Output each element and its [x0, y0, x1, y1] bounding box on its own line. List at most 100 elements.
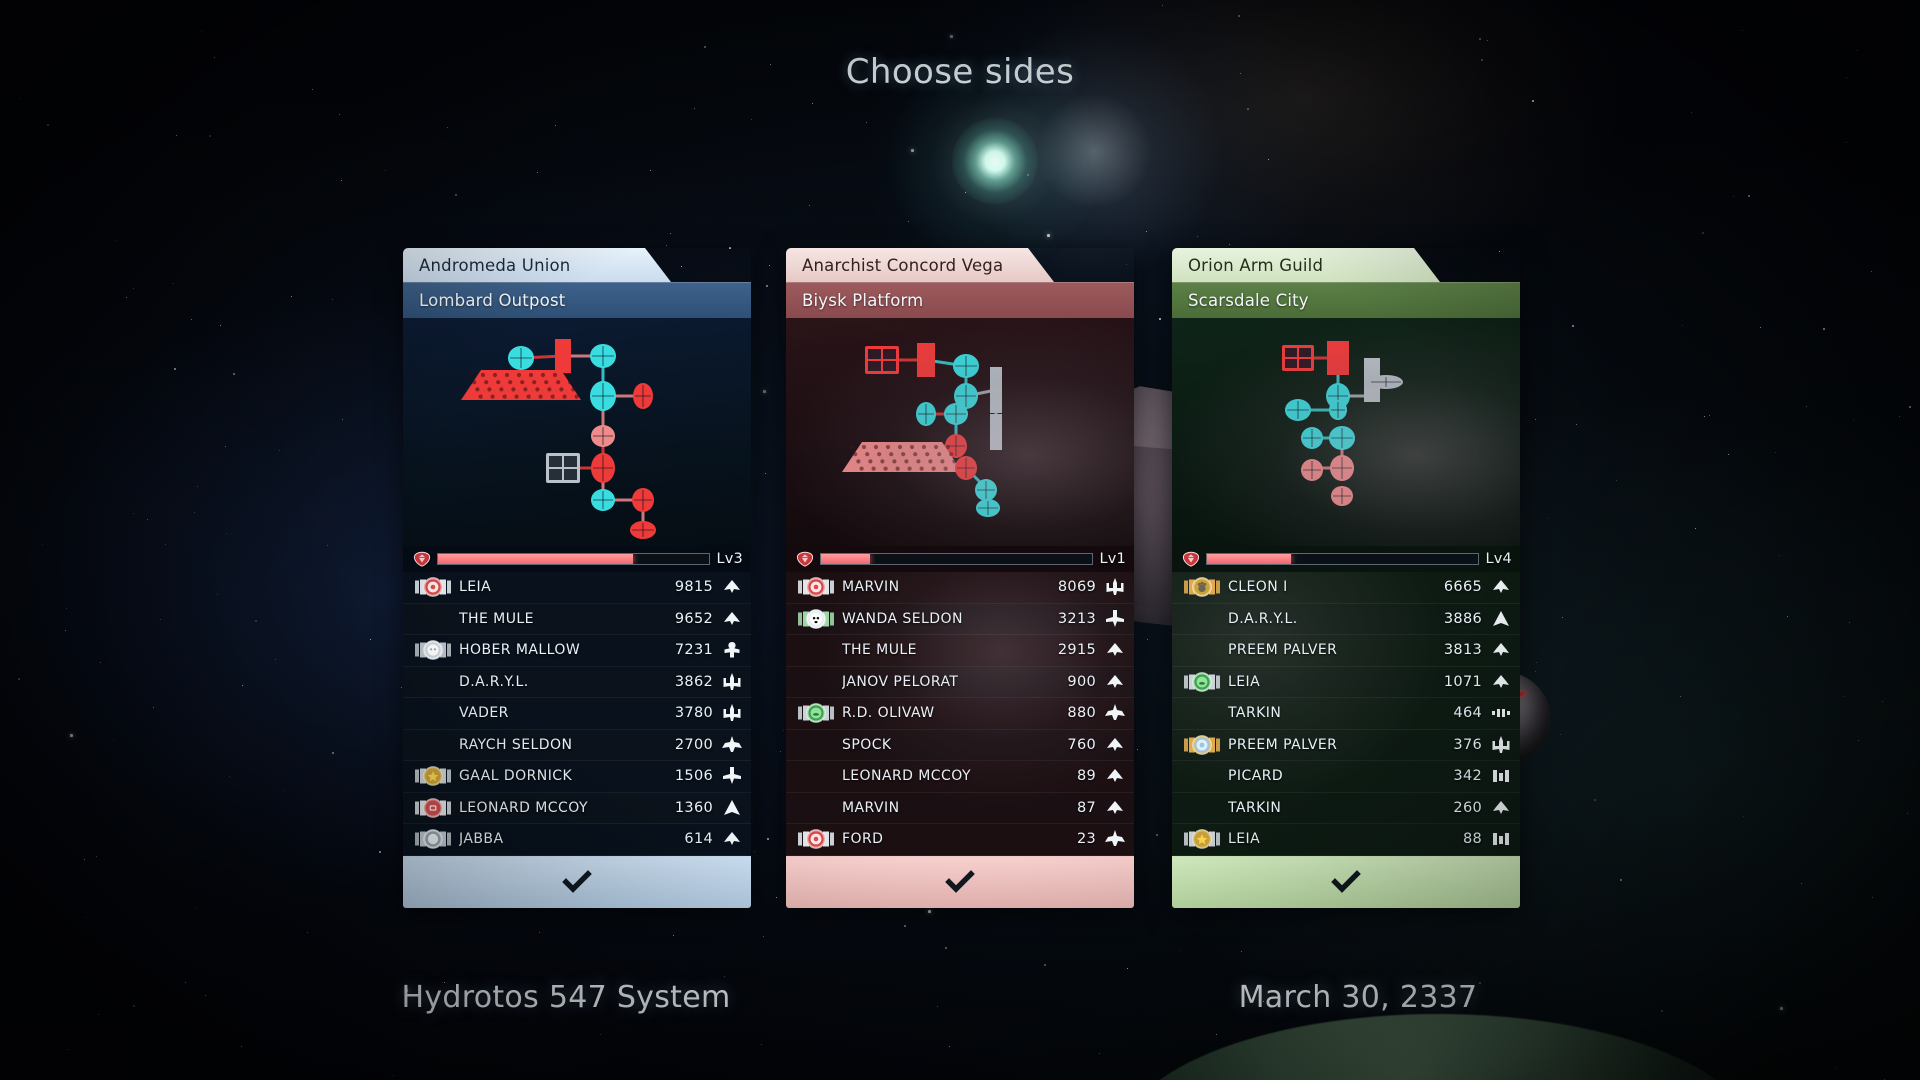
pilot-name: RAYCH SELDON — [459, 736, 573, 753]
location-bar: Lombard Outpost — [403, 282, 751, 318]
faction-name-label: Orion Arm Guild — [1188, 255, 1324, 275]
faction-panel-andromeda-union[interactable]: Andromeda Union Lombard Outpost Lv3 LEIA 981… — [403, 248, 751, 908]
fleet-diagram — [403, 318, 751, 546]
location-label: Biysk Platform — [802, 291, 924, 310]
medal-gold-star-icon — [1176, 826, 1228, 852]
roster-row[interactable]: VADER 3780 — [403, 698, 751, 730]
roster-row[interactable]: CLEON I 6665 — [1172, 572, 1520, 604]
system-label: Hydrotos 547 System — [401, 980, 731, 1015]
pilot-name: JANOV PELORAT — [842, 673, 959, 690]
medal-slot-empty — [407, 732, 459, 758]
location-label: Lombard Outpost — [419, 291, 566, 310]
fleet-diagram — [1172, 318, 1520, 546]
gem-icon — [1182, 551, 1200, 567]
confirm-side-button[interactable] — [1172, 855, 1520, 908]
pilot-score: 900 — [1067, 673, 1096, 690]
ship-delta-icon — [1482, 640, 1520, 660]
pilot-name: GAAL DORNICK — [459, 768, 573, 785]
experience-row: Lv4 — [1172, 546, 1520, 572]
roster-row[interactable]: TARKIN 464 — [1172, 698, 1520, 730]
roster-row[interactable]: PICARD 342 — [1172, 761, 1520, 793]
roster-row[interactable]: D.A.R.Y.L. 3862 — [403, 667, 751, 698]
confirm-side-button[interactable] — [403, 855, 751, 908]
experience-bar — [437, 553, 710, 565]
ship-wide-icon — [1096, 703, 1134, 723]
pilot-score: 760 — [1067, 736, 1096, 753]
roster-row[interactable]: TARKIN 260 — [1172, 793, 1520, 824]
medal-slot-empty — [1176, 700, 1228, 726]
medal-gold-paw-icon — [1176, 574, 1228, 600]
roster-row[interactable]: RAYCH SELDON 2700 — [403, 730, 751, 761]
pilot-score: 3780 — [674, 705, 713, 722]
ship-delta-icon — [1096, 798, 1134, 818]
faction-name-label: Andromeda Union — [419, 255, 571, 275]
ship-delta-icon — [1096, 672, 1134, 692]
pilot-name: PICARD — [1228, 768, 1284, 785]
gem-icon — [796, 551, 814, 567]
medal-red-eye-icon — [790, 574, 842, 600]
roster-row[interactable]: LEIA 88 — [1172, 824, 1520, 856]
medal-slot-empty — [1176, 795, 1228, 821]
medal-slot-empty — [790, 732, 842, 758]
roster-row[interactable]: HOBER MALLOW 7231 — [403, 635, 751, 667]
roster-row[interactable]: SPOCK 760 — [786, 730, 1134, 761]
confirm-side-button[interactable] — [786, 855, 1134, 908]
medal-gold-blue-icon — [1176, 732, 1228, 758]
pilot-name: LEIA — [1228, 673, 1261, 690]
roster-list: LEIA 9815 THE MULE 9652 HOBER MALLOW 7231 D.A.… — [403, 572, 751, 856]
pilot-name: LEIA — [459, 579, 492, 596]
level-label: Lv4 — [1485, 551, 1512, 567]
fleet-diagram — [786, 318, 1134, 546]
roster-row[interactable]: THE MULE 2915 — [786, 635, 1134, 667]
pilot-score: 3862 — [674, 673, 713, 690]
faction-panels: Andromeda Union Lombard Outpost Lv3 LEIA 981… — [0, 248, 1920, 948]
location-label: Scarsdale City — [1188, 291, 1309, 310]
pilot-score: 464 — [1453, 705, 1482, 722]
faction-panel-anarchist-concord-vega[interactable]: Anarchist Concord Vega Biysk Platform Lv1 M… — [786, 248, 1134, 908]
location-bar: Scarsdale City — [1172, 282, 1520, 318]
medal-slot-empty — [790, 795, 842, 821]
ship-delta-icon — [1096, 640, 1134, 660]
medal-red-eye-icon — [407, 574, 459, 600]
roster-row[interactable]: JANOV PELORAT 900 — [786, 667, 1134, 698]
location-bar: Biysk Platform — [786, 282, 1134, 318]
medal-slot-empty — [790, 637, 842, 663]
roster-row[interactable]: D.A.R.Y.L. 3886 — [1172, 604, 1520, 635]
pilot-name: D.A.R.Y.L. — [459, 673, 529, 690]
roster-row[interactable]: WANDA SELDON 3213 — [786, 604, 1134, 635]
ship-delta-icon — [713, 829, 751, 849]
roster-row[interactable]: FORD 23 — [786, 824, 1134, 856]
pilot-score: 376 — [1453, 736, 1482, 753]
star-sun — [882, 48, 1108, 274]
roster-row[interactable]: PREEM PALVER 376 — [1172, 730, 1520, 761]
faction-panel-orion-arm-guild[interactable]: Orion Arm Guild Scarsdale City Lv4 CLEON I 6… — [1172, 248, 1520, 908]
roster-row[interactable]: LEONARD MCCOY 1360 — [403, 793, 751, 824]
roster-list: MARVIN 8069 WANDA SELDON 3213 THE MULE 2915 JA… — [786, 572, 1134, 856]
pilot-score: 614 — [684, 831, 713, 848]
pilot-score: 1360 — [674, 799, 713, 816]
roster-row[interactable]: JABBA 614 — [403, 824, 751, 856]
pilot-name: VADER — [459, 705, 509, 722]
roster-row[interactable]: LEONARD MCCOY 89 — [786, 761, 1134, 793]
medal-slot-empty — [407, 606, 459, 632]
roster-row[interactable]: PREEM PALVER 3813 — [1172, 635, 1520, 667]
medal-skull-icon — [790, 606, 842, 632]
ship-fighter-icon — [713, 672, 751, 692]
medal-slot-empty — [790, 763, 842, 789]
ship-delta-icon — [1482, 798, 1520, 818]
pilot-score: 23 — [1076, 831, 1096, 848]
roster-row[interactable]: GAAL DORNICK 1506 — [403, 761, 751, 793]
pilot-name: MARVIN — [842, 579, 900, 596]
ship-twin-icon — [1482, 766, 1520, 786]
roster-row[interactable]: R.D. OLIVAW 880 — [786, 698, 1134, 730]
roster-row[interactable]: THE MULE 9652 — [403, 604, 751, 635]
roster-row[interactable]: LEIA 9815 — [403, 572, 751, 604]
roster-row[interactable]: MARVIN 87 — [786, 793, 1134, 824]
ship-fighter-icon — [1482, 735, 1520, 755]
ship-fighter-icon — [1096, 577, 1134, 597]
pilot-name: HOBER MALLOW — [459, 642, 581, 659]
roster-row[interactable]: MARVIN 8069 — [786, 572, 1134, 604]
ship-arrow-icon — [713, 798, 751, 818]
roster-row[interactable]: LEIA 1071 — [1172, 667, 1520, 698]
experience-row: Lv3 — [403, 546, 751, 572]
